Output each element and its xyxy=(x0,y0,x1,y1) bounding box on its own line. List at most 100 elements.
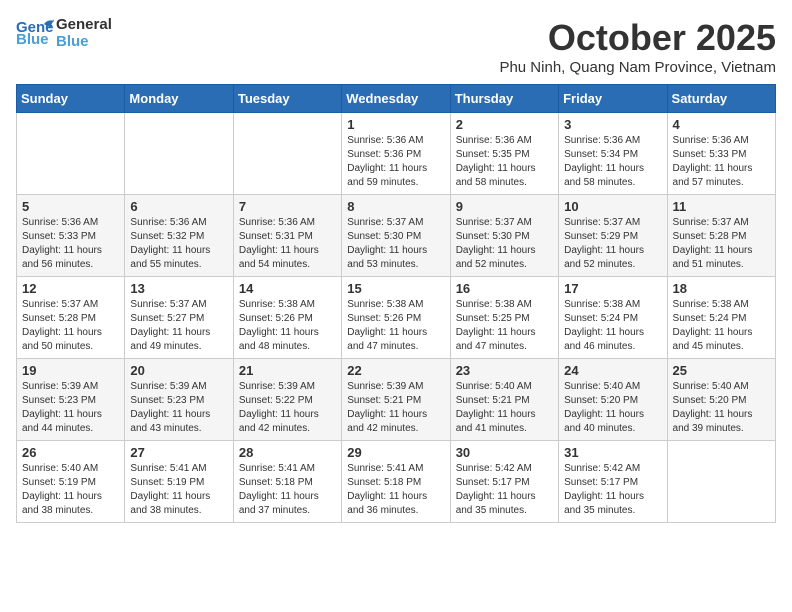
day-info: Sunrise: 5:40 AMSunset: 5:20 PMDaylight:… xyxy=(673,380,770,436)
day-info: Sunrise: 5:39 AMSunset: 5:22 PMDaylight:… xyxy=(239,380,336,436)
calendar-cell: 7 Sunrise: 5:36 AMSunset: 5:31 PMDaylight… xyxy=(233,195,341,277)
calendar-cell xyxy=(667,441,775,523)
day-info: Sunrise: 5:38 AMSunset: 5:25 PMDaylight:… xyxy=(456,298,553,354)
day-number: 22 xyxy=(347,363,444,378)
calendar-cell: 3Sunrise: 5:36 AMSunset: 5:34 PMDaylight… xyxy=(559,113,667,195)
day-number: 3 xyxy=(564,117,661,132)
column-header-monday: Monday xyxy=(125,85,233,113)
calendar-header-row: SundayMondayTuesdayWednesdayThursdayFrid… xyxy=(17,85,776,113)
day-number: 23 xyxy=(456,363,553,378)
day-info: Sunrise: 5:36 AMSunset: 5:33 PMDaylight:… xyxy=(22,216,119,272)
calendar-cell: 11 Sunrise: 5:37 AMSunset: 5:28 PMDayligh… xyxy=(667,195,775,277)
day-info: Sunrise: 5:36 AMSunset: 5:36 PMDaylight:… xyxy=(347,134,444,190)
calendar-table: SundayMondayTuesdayWednesdayThursdayFrid… xyxy=(16,84,776,523)
calendar-cell: 2 Sunrise: 5:36 AMSunset: 5:35 PMDaylight… xyxy=(450,113,558,195)
logo-blue-text: Blue xyxy=(56,34,112,51)
calendar-cell: 26Sunrise: 5:40 AMSunset: 5:19 PMDayligh… xyxy=(17,441,125,523)
calendar-week-row: 12Sunrise: 5:37 AMSunset: 5:28 PMDayligh… xyxy=(17,277,776,359)
day-number: 15 xyxy=(347,281,444,296)
calendar-cell: 14 Sunrise: 5:38 AMSunset: 5:26 PMDayligh… xyxy=(233,277,341,359)
page-header: General Blue General Blue October 2025 P… xyxy=(16,16,776,76)
day-number: 6 xyxy=(130,199,227,214)
day-info: Sunrise: 5:38 AMSunset: 5:24 PMDaylight:… xyxy=(564,298,661,354)
day-number: 14 xyxy=(239,281,336,296)
calendar-cell: 22 Sunrise: 5:39 AMSunset: 5:21 PMDayligh… xyxy=(342,359,450,441)
logo-general-text: General xyxy=(56,17,112,34)
calendar-cell: 20Sunrise: 5:39 AMSunset: 5:23 PMDayligh… xyxy=(125,359,233,441)
calendar-cell: 29Sunrise: 5:41 AMSunset: 5:18 PMDayligh… xyxy=(342,441,450,523)
day-number: 18 xyxy=(673,281,770,296)
svg-text:Blue: Blue xyxy=(16,31,49,46)
day-info: Sunrise: 5:39 AMSunset: 5:21 PMDaylight:… xyxy=(347,380,444,436)
day-info: Sunrise: 5:37 AMSunset: 5:28 PMDaylight:… xyxy=(673,216,770,272)
day-number: 30 xyxy=(456,445,553,460)
day-info: Sunrise: 5:38 AMSunset: 5:26 PMDaylight:… xyxy=(239,298,336,354)
calendar-cell: 4 Sunrise: 5:36 AMSunset: 5:33 PMDaylight… xyxy=(667,113,775,195)
calendar-cell: 15 Sunrise: 5:38 AMSunset: 5:26 PMDayligh… xyxy=(342,277,450,359)
day-info: Sunrise: 5:42 AMSunset: 5:17 PMDaylight:… xyxy=(564,462,661,518)
calendar-week-row: 1 Sunrise: 5:36 AMSunset: 5:36 PMDaylight… xyxy=(17,113,776,195)
day-number: 4 xyxy=(673,117,770,132)
day-info: Sunrise: 5:41 AMSunset: 5:19 PMDaylight:… xyxy=(130,462,227,518)
calendar-cell: 19Sunrise: 5:39 AMSunset: 5:23 PMDayligh… xyxy=(17,359,125,441)
calendar-cell: 23 Sunrise: 5:40 AMSunset: 5:21 PMDayligh… xyxy=(450,359,558,441)
column-header-friday: Friday xyxy=(559,85,667,113)
calendar-cell: 25 Sunrise: 5:40 AMSunset: 5:20 PMDayligh… xyxy=(667,359,775,441)
day-info: Sunrise: 5:39 AMSunset: 5:23 PMDaylight:… xyxy=(22,380,119,436)
day-number: 28 xyxy=(239,445,336,460)
calendar-cell: 13Sunrise: 5:37 AMSunset: 5:27 PMDayligh… xyxy=(125,277,233,359)
day-info: Sunrise: 5:40 AMSunset: 5:21 PMDaylight:… xyxy=(456,380,553,436)
day-info: Sunrise: 5:36 AMSunset: 5:35 PMDaylight:… xyxy=(456,134,553,190)
day-number: 17 xyxy=(564,281,661,296)
day-number: 25 xyxy=(673,363,770,378)
day-info: Sunrise: 5:37 AMSunset: 5:28 PMDaylight:… xyxy=(22,298,119,354)
calendar-week-row: 19Sunrise: 5:39 AMSunset: 5:23 PMDayligh… xyxy=(17,359,776,441)
calendar-cell: 12Sunrise: 5:37 AMSunset: 5:28 PMDayligh… xyxy=(17,277,125,359)
calendar-cell: 24Sunrise: 5:40 AMSunset: 5:20 PMDayligh… xyxy=(559,359,667,441)
calendar-cell: 28 Sunrise: 5:41 AMSunset: 5:18 PMDayligh… xyxy=(233,441,341,523)
day-info: Sunrise: 5:36 AMSunset: 5:31 PMDaylight:… xyxy=(239,216,336,272)
day-number: 31 xyxy=(564,445,661,460)
day-number: 10 xyxy=(564,199,661,214)
day-number: 26 xyxy=(22,445,119,460)
day-number: 24 xyxy=(564,363,661,378)
column-header-tuesday: Tuesday xyxy=(233,85,341,113)
column-header-sunday: Sunday xyxy=(17,85,125,113)
calendar-cell xyxy=(233,113,341,195)
calendar-cell: 21 Sunrise: 5:39 AMSunset: 5:22 PMDayligh… xyxy=(233,359,341,441)
day-info: Sunrise: 5:36 AMSunset: 5:33 PMDaylight:… xyxy=(673,134,770,190)
day-number: 2 xyxy=(456,117,553,132)
day-info: Sunrise: 5:37 AMSunset: 5:30 PMDaylight:… xyxy=(347,216,444,272)
month-title: October 2025 xyxy=(499,16,776,59)
logo-icon: General Blue xyxy=(16,16,54,46)
calendar-cell xyxy=(17,113,125,195)
day-info: Sunrise: 5:42 AMSunset: 5:17 PMDaylight:… xyxy=(456,462,553,518)
calendar-cell: 8Sunrise: 5:37 AMSunset: 5:30 PMDaylight… xyxy=(342,195,450,277)
calendar-cell: 16Sunrise: 5:38 AMSunset: 5:25 PMDayligh… xyxy=(450,277,558,359)
day-info: Sunrise: 5:36 AMSunset: 5:32 PMDaylight:… xyxy=(130,216,227,272)
calendar-cell: 10 Sunrise: 5:37 AMSunset: 5:29 PMDayligh… xyxy=(559,195,667,277)
column-header-wednesday: Wednesday xyxy=(342,85,450,113)
day-info: Sunrise: 5:41 AMSunset: 5:18 PMDaylight:… xyxy=(239,462,336,518)
calendar-cell xyxy=(125,113,233,195)
day-info: Sunrise: 5:38 AMSunset: 5:24 PMDaylight:… xyxy=(673,298,770,354)
day-number: 7 xyxy=(239,199,336,214)
title-block: October 2025 Phu Ninh, Quang Nam Provinc… xyxy=(499,16,776,76)
location-text: Phu Ninh, Quang Nam Province, Vietnam xyxy=(499,59,776,76)
column-header-saturday: Saturday xyxy=(667,85,775,113)
calendar-week-row: 26Sunrise: 5:40 AMSunset: 5:19 PMDayligh… xyxy=(17,441,776,523)
day-info: Sunrise: 5:38 AMSunset: 5:26 PMDaylight:… xyxy=(347,298,444,354)
calendar-cell: 27 Sunrise: 5:41 AMSunset: 5:19 PMDayligh… xyxy=(125,441,233,523)
day-number: 27 xyxy=(130,445,227,460)
calendar-cell: 6 Sunrise: 5:36 AMSunset: 5:32 PMDaylight… xyxy=(125,195,233,277)
column-header-thursday: Thursday xyxy=(450,85,558,113)
logo: General Blue General Blue xyxy=(16,16,112,51)
day-number: 13 xyxy=(130,281,227,296)
day-number: 1 xyxy=(347,117,444,132)
calendar-cell: 9Sunrise: 5:37 AMSunset: 5:30 PMDaylight… xyxy=(450,195,558,277)
day-number: 11 xyxy=(673,199,770,214)
day-info: Sunrise: 5:37 AMSunset: 5:29 PMDaylight:… xyxy=(564,216,661,272)
day-number: 21 xyxy=(239,363,336,378)
calendar-week-row: 5Sunrise: 5:36 AMSunset: 5:33 PMDaylight… xyxy=(17,195,776,277)
calendar-cell: 17 Sunrise: 5:38 AMSunset: 5:24 PMDayligh… xyxy=(559,277,667,359)
